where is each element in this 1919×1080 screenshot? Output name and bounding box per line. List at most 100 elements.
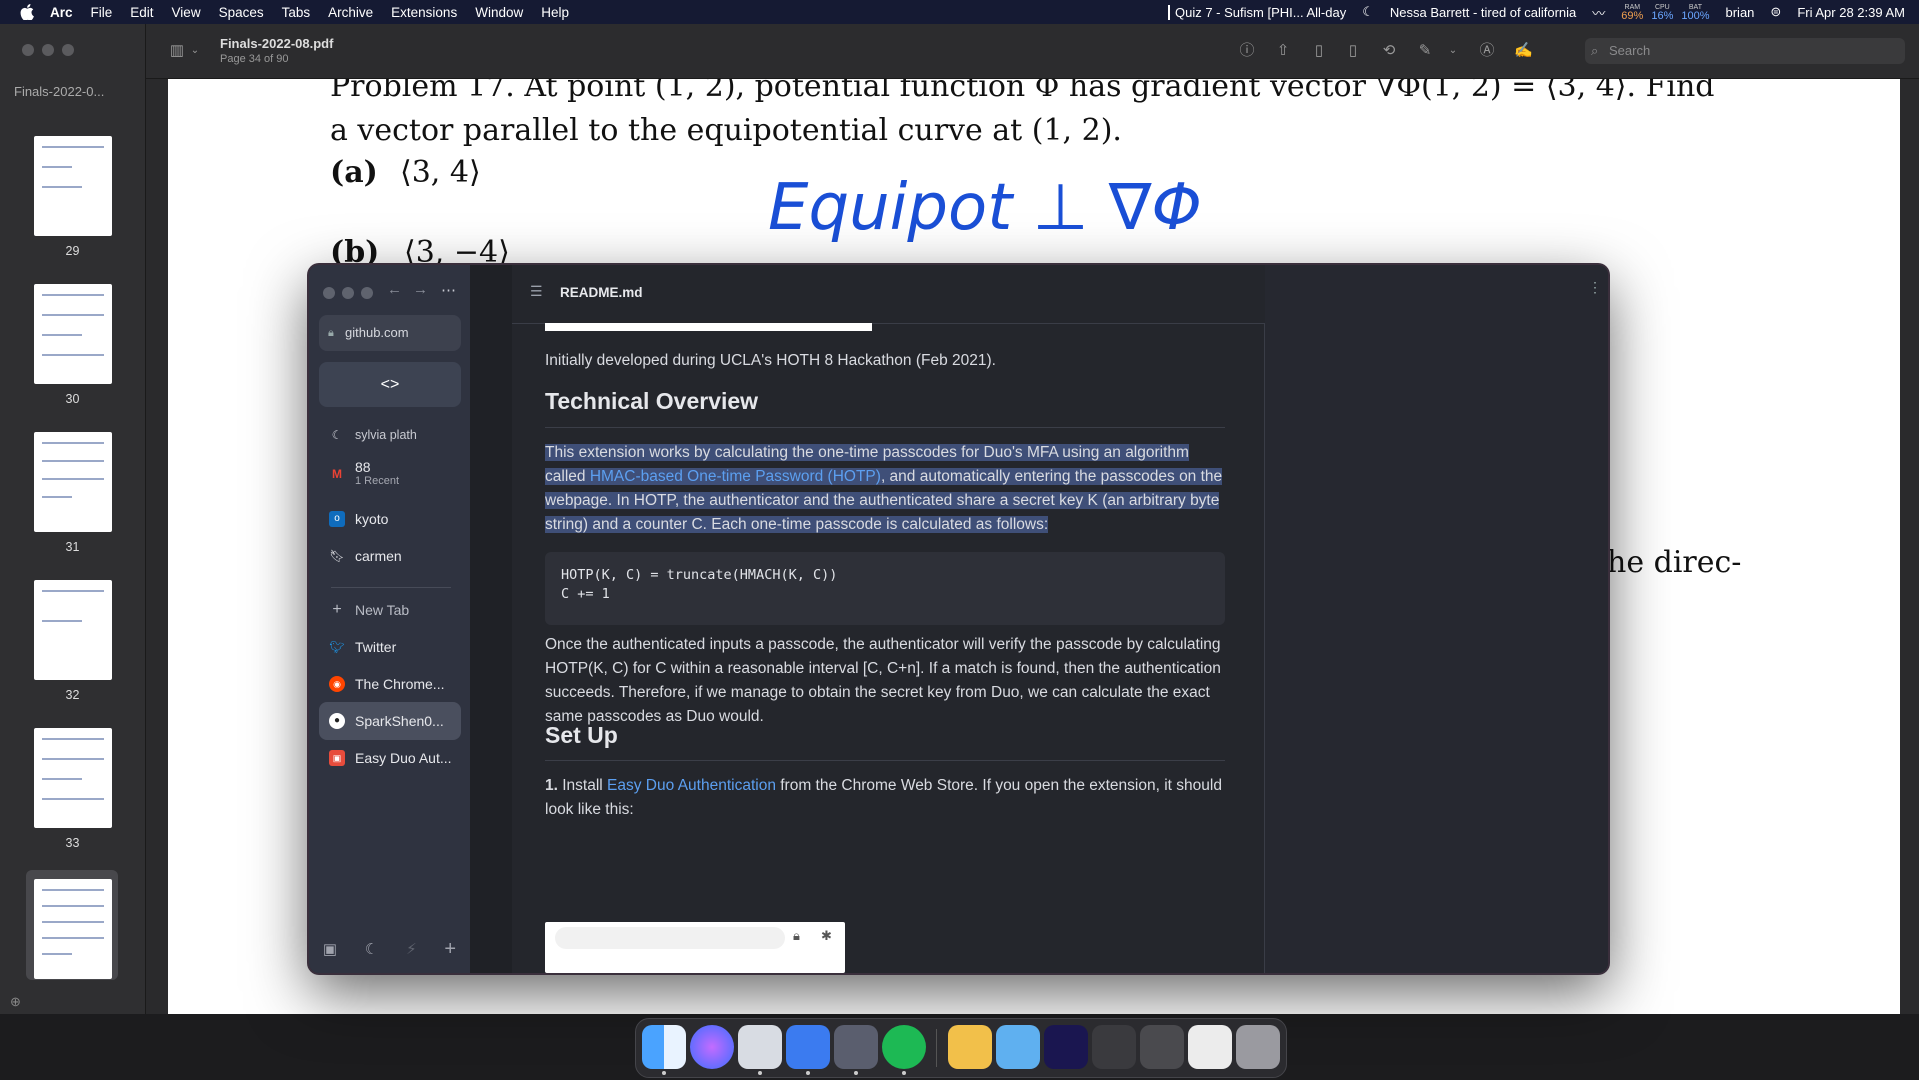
menu-file[interactable]: File (91, 5, 113, 20)
now-playing[interactable]: Nessa Barrett - tired of california (1390, 5, 1576, 20)
trash-icon[interactable] (1236, 1025, 1280, 1069)
more-icon[interactable]: ⋯ (441, 281, 456, 299)
screenshots-stack-icon[interactable] (1092, 1025, 1136, 1069)
affinity-icon[interactable] (834, 1025, 878, 1069)
bolt-icon[interactable]: ⚡︎ (406, 940, 417, 958)
problem-statement: Problem 17. At point (1, 2), potential f… (330, 79, 1715, 104)
lock-icon: 🔒︎ (328, 327, 334, 339)
new-tab-button[interactable]: + New Tab (319, 591, 461, 629)
control-center-icon[interactable]: ⊜ (1770, 4, 1781, 20)
rotate-icon[interactable]: ⟲ (1380, 42, 1398, 60)
page-icon[interactable]: ▯ (1310, 42, 1328, 60)
apple-icon[interactable] (20, 4, 34, 20)
extension-screenshot: 🔒︎ ✱ (545, 922, 845, 973)
menu-edit[interactable]: Edit (130, 5, 153, 20)
problem-statement-line2: a vector parallel to the equipotential c… (330, 113, 1122, 148)
menu-window[interactable]: Window (475, 5, 523, 20)
siri-icon[interactable] (690, 1025, 734, 1069)
close-button[interactable] (22, 44, 34, 56)
spotify-icon[interactable] (882, 1025, 926, 1069)
markup-pen-icon[interactable]: ✎ (1416, 42, 1434, 60)
dev-tools-button[interactable]: <> (319, 362, 461, 407)
back-arrow-icon[interactable]: ← (387, 281, 402, 298)
forward-arrow-icon[interactable]: → (413, 281, 428, 298)
close-button[interactable] (323, 287, 335, 299)
document-stack-icon[interactable] (1188, 1025, 1232, 1069)
tab-twitter[interactable]: 🐦︎ Twitter (319, 628, 461, 666)
menu-app-name[interactable]: Arc (50, 5, 73, 20)
option-a: ⟨3, 4⟩ (400, 155, 481, 190)
zoom-button[interactable] (62, 44, 74, 56)
chevron-down-icon[interactable]: ⌄ (1444, 42, 1462, 60)
pinned-kyoto[interactable]: o kyoto (319, 500, 461, 538)
pinned-gmail[interactable]: M 88 1 Recent (319, 452, 461, 496)
sidebar-toggle-icon[interactable]: ▥ (168, 42, 186, 60)
menu-spaces[interactable]: Spaces (219, 5, 264, 20)
finder-icon[interactable] (642, 1025, 686, 1069)
menu-extensions[interactable]: Extensions (391, 5, 457, 20)
gutter (470, 265, 512, 973)
readme-body[interactable]: Initially developed during UCLA's HOTH 8… (512, 323, 1265, 973)
list-icon[interactable]: ☰ (530, 283, 543, 300)
moon-icon[interactable]: ☾ (1362, 4, 1374, 20)
thumbnail-number: 31 (65, 540, 80, 554)
page-thumbnail[interactable] (34, 136, 112, 236)
menu-view[interactable]: View (172, 5, 201, 20)
annotate-icon[interactable]: Ⓐ (1478, 42, 1496, 60)
search-placeholder: Search (1609, 43, 1651, 58)
option-a-label: (a) (330, 155, 378, 190)
cpu-stat[interactable]: CPU 16% (1651, 4, 1673, 22)
page-thumbnail[interactable] (34, 432, 112, 532)
preview-app-icon[interactable] (738, 1025, 782, 1069)
url-bar[interactable]: 🔒︎ github.com (319, 315, 461, 351)
tab-reddit[interactable]: ◉ The Chrome... (319, 665, 461, 703)
pinned-sylvia-plath[interactable]: ☾ sylvia plath (319, 416, 461, 454)
easy-duo-link[interactable]: Easy Duo Authentication (607, 777, 776, 794)
pinned-carmen[interactable]: 🔖︎ carmen (319, 537, 461, 575)
signature-icon[interactable]: ✍ (1514, 42, 1533, 60)
notes-icon[interactable] (948, 1025, 992, 1069)
zoom-button[interactable] (361, 287, 373, 299)
pages-icon[interactable] (786, 1025, 830, 1069)
minimize-button[interactable] (342, 287, 354, 299)
tab-chrome-store[interactable]: ▣ Easy Duo Aut... (319, 739, 461, 777)
hotp-link[interactable]: HMAC-based One-time Password (HOTP) (589, 468, 881, 485)
user-name[interactable]: brian (1726, 5, 1755, 20)
calendar-event[interactable]: Quiz 7 - Sufism [PHI... All-day (1168, 4, 1346, 20)
tab-github-active[interactable]: ● SparkShen0... (319, 702, 461, 740)
running-indicator (758, 1071, 762, 1075)
screenshot-icon[interactable] (1140, 1025, 1184, 1069)
ram-stat[interactable]: RAM 69% (1621, 4, 1643, 22)
chevron-down-icon[interactable]: ⌄ (186, 42, 204, 60)
moon-icon[interactable]: ☾ (365, 940, 378, 958)
code-block[interactable]: HOTP(K, C) = truncate(HMACH(K, C)) C += … (545, 552, 1225, 625)
page-thumbnail-current[interactable] (34, 879, 112, 979)
vertical-more-icon[interactable]: ⋮ (1588, 279, 1602, 296)
clock[interactable]: Fri Apr 28 2:39 AM (1797, 5, 1905, 20)
menu-archive[interactable]: Archive (328, 5, 373, 20)
running-indicator (662, 1071, 666, 1075)
outlook-icon: o (329, 511, 345, 527)
plus-icon[interactable]: + (444, 938, 456, 961)
handwritten-annotation: Equipot ⊥ ∇Φ (768, 171, 1202, 245)
thumbnail-sidebar: Finals-2022-0... 29 30 31 32 33 ⊕ (0, 24, 146, 1014)
page-thumbnail[interactable] (34, 284, 112, 384)
page-export-icon[interactable]: ▯ (1344, 42, 1362, 60)
info-icon[interactable]: ⓘ (1238, 42, 1256, 60)
page-thumbnail[interactable] (34, 728, 112, 828)
menu-help[interactable]: Help (541, 5, 569, 20)
folder-icon[interactable] (996, 1025, 1040, 1069)
minimize-button[interactable] (42, 44, 54, 56)
archive-icon[interactable]: ▣ (323, 940, 337, 958)
add-page-icon[interactable]: ⊕ (10, 994, 21, 1010)
menu-tabs[interactable]: Tabs (282, 5, 311, 20)
search-field[interactable]: ⌕ Search (1585, 38, 1905, 64)
waveform-icon[interactable]: 〰 (1592, 3, 1605, 22)
page-thumbnail[interactable] (34, 580, 112, 680)
share-icon[interactable]: ⇧ (1274, 42, 1292, 60)
paragraph-verification: Once the authenticated inputs a passcode… (545, 636, 1221, 725)
after-effects-icon[interactable] (1044, 1025, 1088, 1069)
battery-stat[interactable]: BAT 100% (1681, 4, 1709, 22)
page-indicator: Page 34 of 90 (220, 53, 289, 65)
arc-sidebar: ← → ⋯ 🔒︎ github.com <> ☾ sylvia plath M 8… (309, 265, 470, 973)
